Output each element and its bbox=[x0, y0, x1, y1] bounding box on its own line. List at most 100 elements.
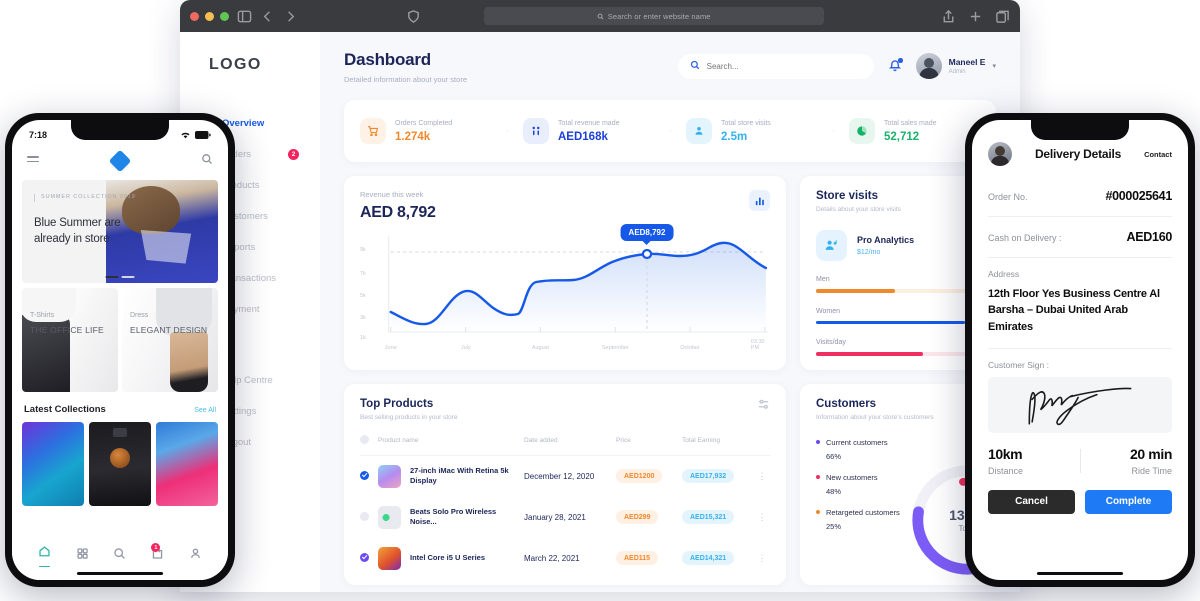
progress-track bbox=[816, 289, 980, 293]
tabs-icon[interactable] bbox=[995, 9, 1010, 24]
select-all-checkbox[interactable] bbox=[360, 434, 369, 444]
row-checkbox[interactable] bbox=[360, 552, 369, 562]
hamburger-icon[interactable] bbox=[27, 155, 39, 165]
row-select-cell[interactable] bbox=[360, 538, 378, 579]
maximize-window-button[interactable] bbox=[220, 11, 229, 21]
tab-profile[interactable] bbox=[176, 547, 214, 565]
category-card-tshirts[interactable]: T-Shirts THE OFFICE LIFE bbox=[22, 288, 118, 392]
home-indicator bbox=[77, 571, 163, 575]
revenue-chart[interactable]: 9k 7k 5k 3k 1k AED8,792 June July August… bbox=[360, 224, 770, 351]
close-window-button[interactable] bbox=[190, 11, 199, 21]
product-name-cell: 27-inch iMac With Retina 5k Display bbox=[378, 455, 524, 497]
address-value: 12th Floor Yes Business Centre Al Barsha… bbox=[988, 288, 1160, 333]
search-input[interactable] bbox=[706, 61, 862, 71]
row-actions-cell[interactable]: ⋮ bbox=[754, 497, 770, 538]
progress-fill bbox=[816, 320, 966, 324]
stat-label: Orders Completed bbox=[395, 119, 453, 127]
tab-home[interactable] bbox=[26, 545, 64, 568]
legend-dot bbox=[816, 510, 820, 514]
table-row[interactable]: 27-inch iMac With Retina 5k Display Dece… bbox=[360, 455, 770, 497]
stat-card-orders-completed[interactable]: Orders Completed 1.274k bbox=[344, 118, 507, 144]
wifi-icon bbox=[180, 130, 191, 139]
price-pill: AED115 bbox=[616, 551, 659, 565]
stat-label: Total store visits bbox=[721, 119, 771, 127]
cancel-button[interactable]: Cancel bbox=[988, 489, 1075, 514]
revenue-amount: AED 8,792 bbox=[360, 204, 436, 221]
share-icon[interactable] bbox=[941, 9, 956, 24]
progress-track bbox=[816, 352, 980, 356]
earning-pill: AED15,321 bbox=[682, 510, 735, 524]
tab-categories[interactable] bbox=[64, 547, 102, 565]
earning-pill: AED17,932 bbox=[682, 469, 735, 483]
complete-button[interactable]: Complete bbox=[1085, 489, 1172, 514]
chart-tooltip: AED8,792 bbox=[620, 224, 674, 241]
more-options-icon[interactable]: ⋮ bbox=[754, 512, 770, 521]
minimize-window-button[interactable] bbox=[205, 11, 214, 21]
filter-icon[interactable] bbox=[757, 398, 770, 411]
table-row[interactable]: Beats Solo Pro Wireless Noise... January… bbox=[360, 497, 770, 538]
back-icon[interactable] bbox=[260, 9, 275, 24]
visits-bar-women: Women bbox=[816, 307, 980, 324]
row-checkbox[interactable] bbox=[360, 470, 369, 480]
window-controls[interactable] bbox=[190, 11, 229, 21]
notifications-button[interactable] bbox=[888, 58, 903, 73]
product-name-cell: Beats Solo Pro Wireless Noise... bbox=[378, 497, 524, 538]
table-header-row: Product name Date added Price Total Earn… bbox=[360, 434, 770, 456]
table-row[interactable]: Intel Core i5 U Series March 22, 2021 AE… bbox=[360, 538, 770, 579]
row-select-cell[interactable] bbox=[360, 455, 378, 497]
more-options-icon[interactable]: ⋮ bbox=[754, 471, 770, 480]
stats-bar: Orders Completed 1.274k Total revenue ma… bbox=[344, 100, 996, 162]
tab-cart[interactable]: 1 bbox=[139, 543, 177, 565]
user-menu[interactable]: Maneel E Admin ▾ bbox=[915, 53, 996, 79]
mobile-phone-right: Delivery Details Contact Order No. #0000… bbox=[965, 113, 1195, 587]
diamond-logo-icon[interactable] bbox=[108, 149, 132, 172]
signature-pad[interactable] bbox=[988, 376, 1172, 433]
top-products-subtitle: Best selling products in your store bbox=[360, 413, 458, 421]
tab-search[interactable] bbox=[101, 547, 139, 565]
cart-icon bbox=[360, 118, 386, 144]
avatar[interactable] bbox=[988, 142, 1012, 166]
cash-on-delivery-value: AED160 bbox=[1126, 230, 1173, 244]
visits-bar-men: Men bbox=[816, 276, 980, 293]
search-input-wrapper[interactable] bbox=[677, 53, 874, 79]
contact-button[interactable]: Contact bbox=[1144, 150, 1172, 159]
composite-mockup: Search or enter website name LOGO Overvi… bbox=[0, 0, 1200, 601]
pro-analytics-row[interactable]: Pro Analytics $12/mo bbox=[816, 230, 980, 261]
list-item[interactable] bbox=[89, 422, 151, 506]
row-checkbox[interactable] bbox=[360, 511, 369, 521]
new-tab-icon[interactable] bbox=[968, 9, 983, 24]
legend-dot bbox=[816, 440, 820, 444]
stat-card-total-revenue[interactable]: Total revenue made AED168k bbox=[507, 118, 670, 144]
carousel-dots[interactable] bbox=[105, 276, 135, 278]
forward-icon[interactable] bbox=[283, 9, 298, 24]
list-item[interactable] bbox=[156, 422, 218, 506]
carousel-dot-active[interactable] bbox=[105, 276, 119, 278]
row-actions-cell[interactable]: ⋮ bbox=[754, 455, 770, 497]
stat-card-store-visits[interactable]: Total store visits 2.5m bbox=[670, 118, 833, 144]
product-name: Intel Core i5 U Series bbox=[410, 552, 486, 562]
legend-dot bbox=[816, 475, 820, 479]
app-logo[interactable]: LOGO bbox=[180, 50, 320, 74]
price-cell: AED115 bbox=[616, 538, 682, 579]
see-all-link[interactable]: See All bbox=[194, 407, 216, 414]
user-name: Maneel E bbox=[948, 57, 986, 67]
user-role: Admin bbox=[948, 69, 966, 75]
category-card-dress[interactable]: Dress ELEGANT DESIGN bbox=[122, 288, 218, 392]
hero-banner[interactable]: SUMMER COLLECTION 2019 Blue Summer are a… bbox=[22, 180, 218, 283]
carousel-dot[interactable] bbox=[121, 276, 135, 278]
search-icon[interactable] bbox=[201, 152, 213, 170]
row-select-cell[interactable] bbox=[360, 497, 378, 538]
chevron-down-icon[interactable]: ▾ bbox=[992, 62, 996, 70]
order-number-label: Order No. bbox=[988, 192, 1028, 202]
bar-label: Women bbox=[816, 307, 840, 315]
shield-icon[interactable] bbox=[406, 9, 421, 24]
column-header: Date added bbox=[524, 434, 616, 456]
row-actions-cell[interactable]: ⋮ bbox=[754, 538, 770, 579]
select-all-header[interactable] bbox=[360, 434, 378, 456]
more-options-icon[interactable]: ⋮ bbox=[754, 553, 770, 562]
address-bar[interactable]: Search or enter website name bbox=[483, 7, 824, 25]
bar-chart-icon[interactable] bbox=[749, 190, 770, 211]
list-item[interactable] bbox=[22, 422, 84, 506]
sidebar-toggle-icon[interactable] bbox=[237, 9, 252, 24]
earning-cell: AED15,321 bbox=[682, 497, 754, 538]
